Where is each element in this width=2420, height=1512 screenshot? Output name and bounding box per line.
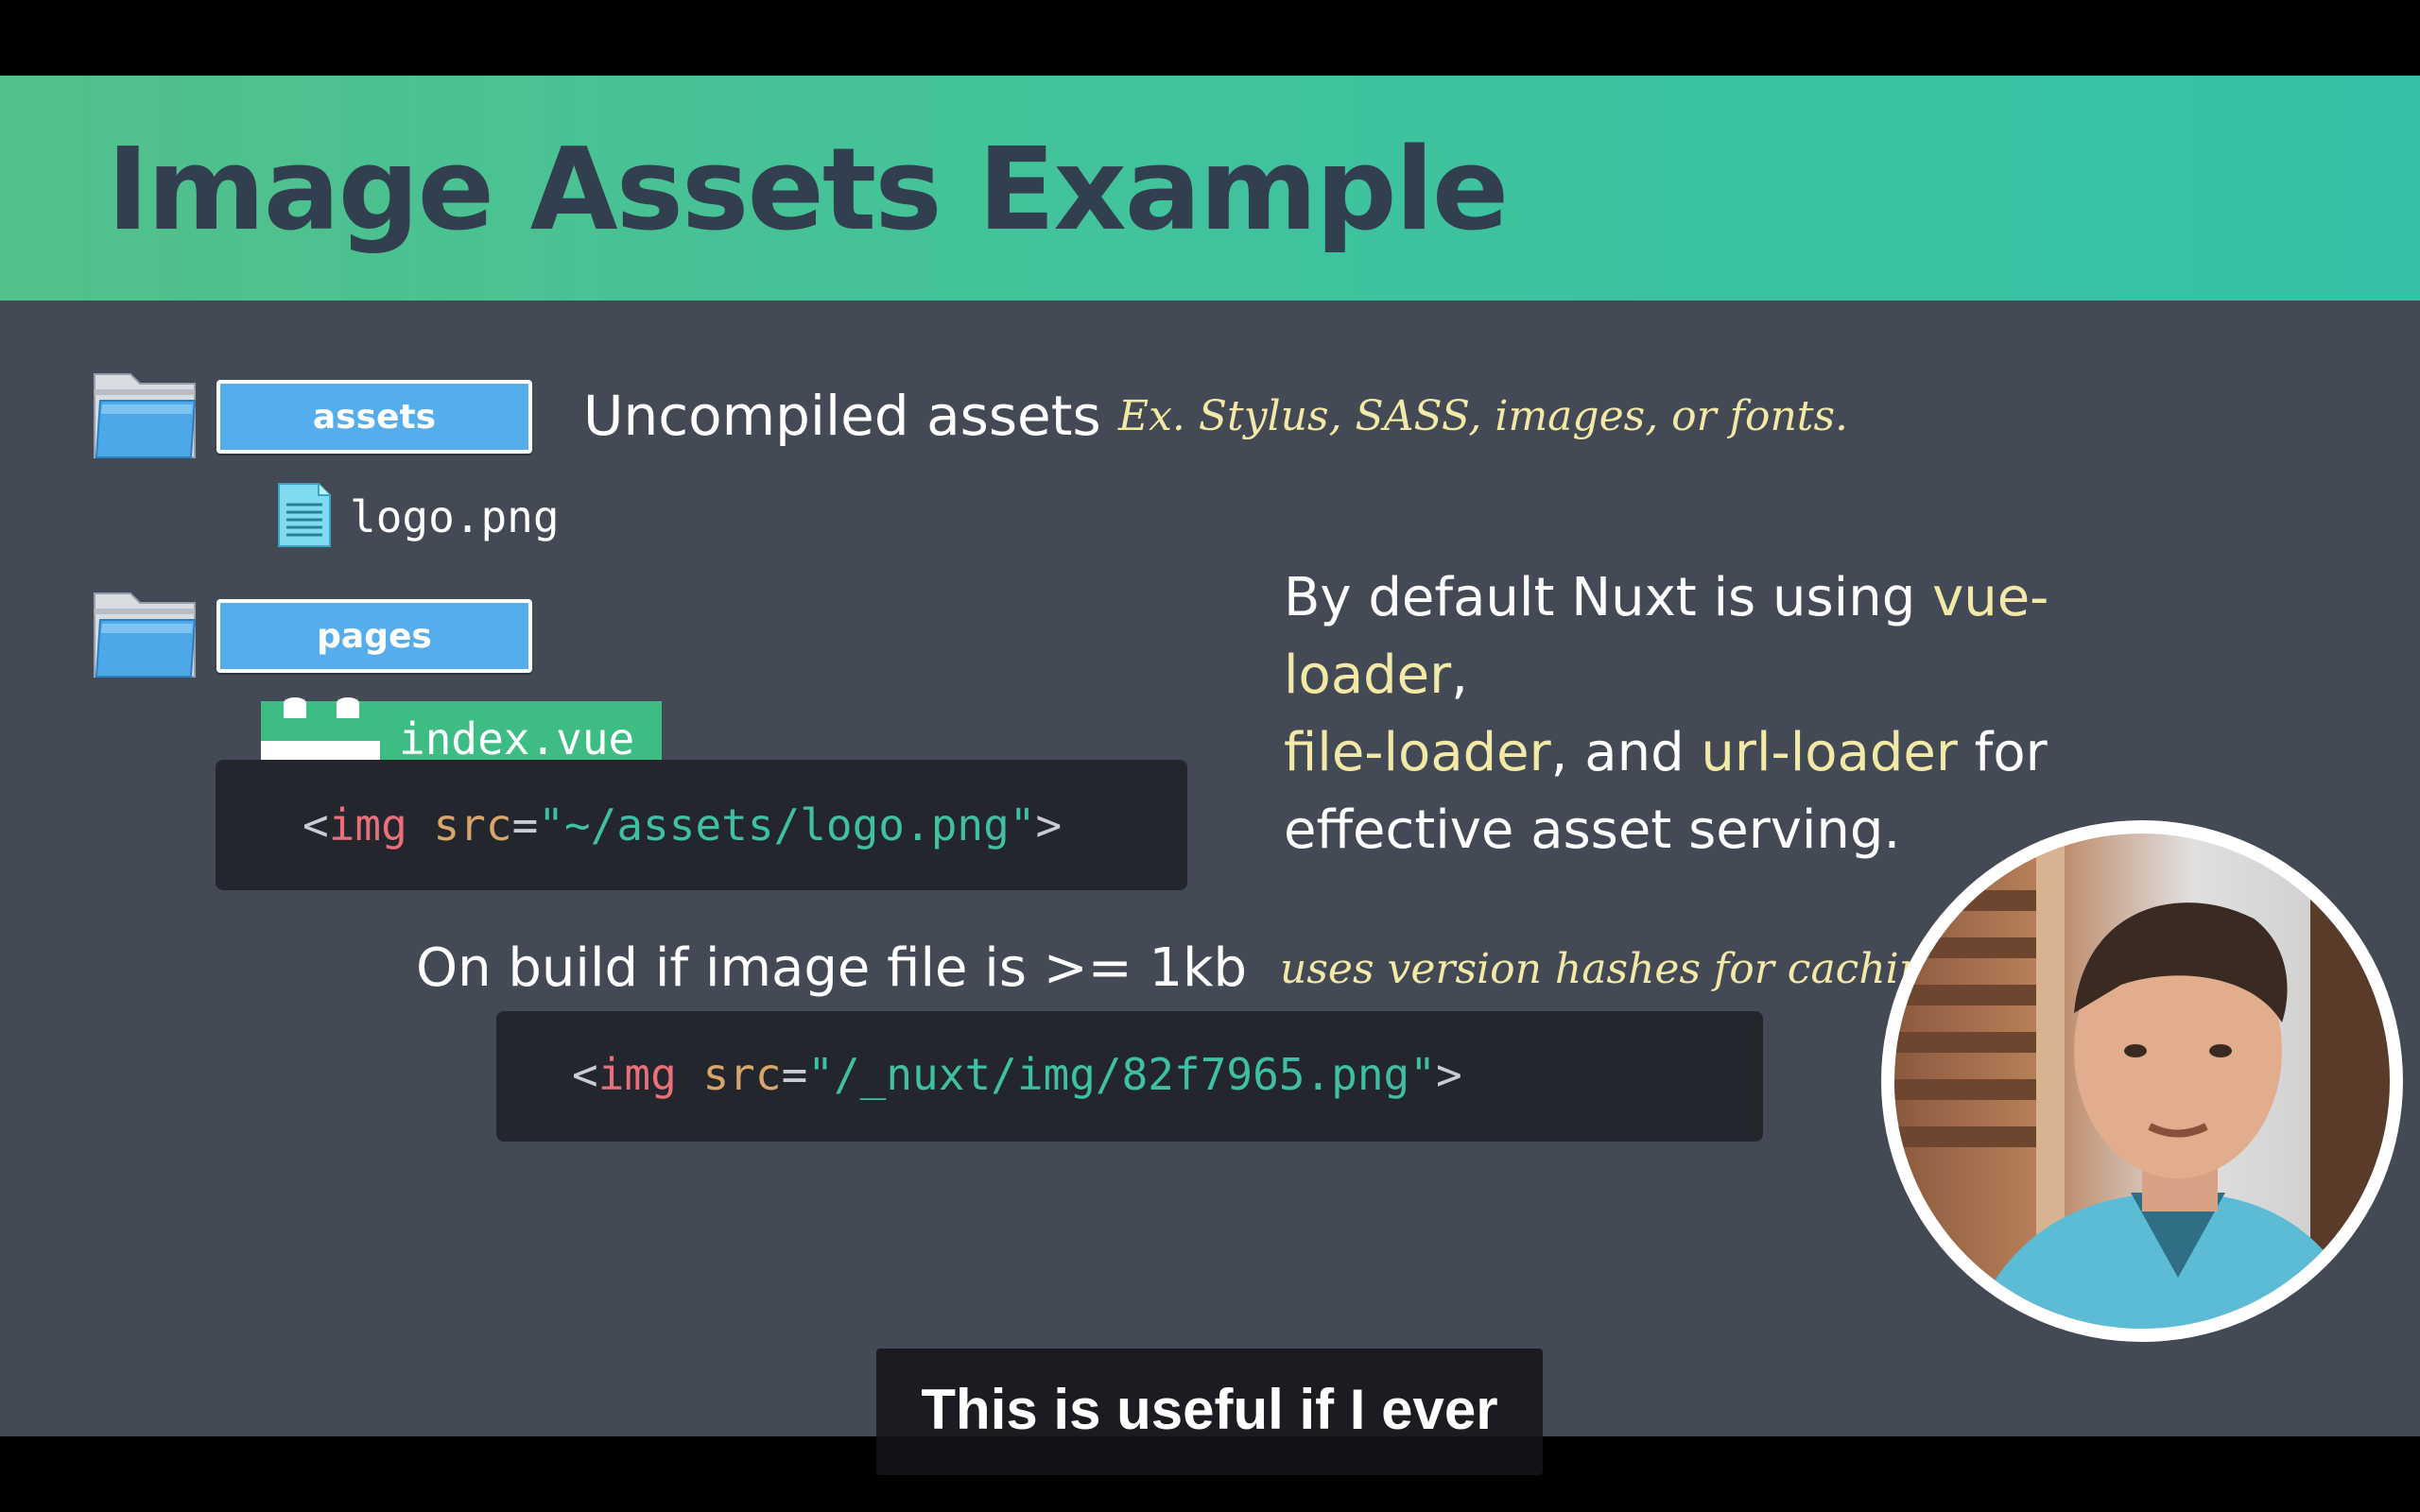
code-punct: = — [781, 1049, 808, 1100]
explanation-text: , and — [1550, 722, 1702, 783]
presenter-illustration — [1894, 833, 2390, 1329]
code-punct: > — [1435, 1049, 1462, 1100]
code-string: "/_nuxt/img/82f7965.png" — [807, 1049, 1436, 1100]
asset-file-name: logo.png — [350, 491, 560, 542]
page-file-name: index.vue — [399, 713, 635, 765]
code-block-source: <img src="~/assets/logo.png"> — [216, 760, 1187, 890]
explanation-text: , — [1451, 644, 1468, 706]
explanation-text: By default Nuxt is using — [1284, 567, 1933, 628]
code-punct: = — [511, 799, 539, 850]
code-attr: src — [676, 1049, 782, 1100]
pages-folder-text: pages — [317, 616, 432, 656]
explanation-text: effective asset serving. — [1284, 799, 1901, 861]
code-attr: src — [406, 799, 512, 850]
build-note: uses version hashes for caching — [1280, 945, 1953, 993]
loader-name: file-loader — [1284, 722, 1551, 783]
folder-icon — [94, 373, 197, 458]
code-punct: > — [1035, 799, 1063, 850]
assets-note: Ex. Stylus, SASS, images, or fonts. — [1118, 392, 1849, 440]
loader-name: url-loader — [1701, 722, 1958, 783]
code-punct: < — [302, 799, 329, 850]
code-line-source: <img src="~/assets/logo.png"> — [302, 799, 1062, 850]
assets-folder-label[interactable]: assets — [216, 380, 532, 454]
presenter-avatar — [1881, 820, 2403, 1342]
slide-header: Image Assets Example — [0, 76, 2420, 301]
code-string: "~/assets/logo.png" — [538, 799, 1036, 850]
code-tag: img — [328, 799, 407, 850]
explanation-text: for — [1957, 722, 2048, 783]
assets-folder-text: assets — [312, 397, 437, 437]
document-icon — [278, 483, 331, 547]
video-caption: This is useful if I ever — [876, 1349, 1543, 1475]
code-block-output: <img src="/_nuxt/img/82f7965.png"> — [496, 1011, 1763, 1142]
assets-description: Uncompiled assets — [583, 384, 1101, 448]
code-tag: img — [597, 1049, 677, 1100]
loader-explanation: By default Nuxt is using vue-loader, fil… — [1284, 559, 2229, 869]
folder-icon — [94, 593, 197, 678]
pages-folder-label[interactable]: pages — [216, 599, 532, 673]
presenter-photo — [1894, 833, 2390, 1329]
build-condition: On build if image file is >= 1kb — [416, 937, 1248, 999]
slide-title: Image Assets Example — [107, 125, 1509, 256]
code-line-output: <img src="/_nuxt/img/82f7965.png"> — [572, 1049, 1462, 1100]
code-punct: < — [572, 1049, 598, 1100]
caption-text: This is useful if I ever — [921, 1378, 1498, 1441]
